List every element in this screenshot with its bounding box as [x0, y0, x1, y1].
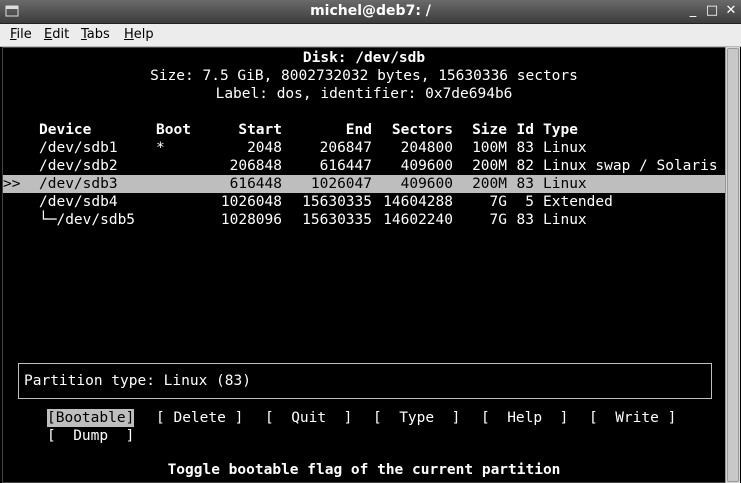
partition-end: 206847 [319, 140, 372, 156]
partition-device: /dev/sdb1 [39, 140, 118, 156]
partition-end: 1026047 [310, 176, 372, 192]
partition-size: 7G [489, 212, 507, 228]
delete-button[interactable]: [ Delete ] [156, 409, 243, 427]
write-button[interactable]: [ Write ] [589, 409, 676, 427]
partition-row[interactable]: /dev/sdb2 206848 616447 409600 200M 82 L… [3, 157, 725, 175]
menu-edit[interactable]: Edit [44, 24, 69, 46]
partition-info-box: Partition type: Linux (83) [18, 363, 712, 399]
menu-file-label: ile [16, 27, 32, 42]
scrollbar-thumb[interactable] [727, 48, 739, 482]
bootable-button[interactable]: [Bootable] [47, 409, 135, 427]
terminal-window: michel@deb7: / _ □ ✕ File Edit Tabs Help… [0, 0, 741, 483]
menu-edit-accel: E [44, 27, 53, 42]
partition-sectors: 14604288 [383, 194, 453, 210]
partition-id: 83 [516, 212, 534, 228]
col-device: Device [39, 122, 92, 138]
partition-row[interactable]: /dev/sdb4 1026048 15630335 14604288 7G 5… [3, 193, 725, 211]
close-button[interactable]: ✕ [723, 3, 739, 19]
partition-row[interactable]: /dev/sdb1 * 2048 206847 204800 100M 83 L… [3, 139, 725, 157]
partition-type: Linux [543, 212, 587, 228]
partition-type: Linux [543, 140, 587, 156]
partition-sectors: 14602240 [383, 212, 453, 228]
col-id: Id [516, 122, 534, 138]
help-hint-line: Toggle bootable flag of the current part… [167, 462, 561, 478]
minimize-button[interactable]: _ [685, 3, 701, 19]
partition-device: /dev/sdb4 [39, 194, 118, 210]
partition-id: 83 [516, 140, 534, 156]
partition-start: 206848 [229, 158, 282, 174]
partition-row[interactable]: └─/dev/sdb5 1028096 15630335 14602240 7G… [3, 211, 725, 229]
disk-label: Label: dos, identifier: 0x7de694b6 [215, 86, 513, 102]
partition-size: 7G [489, 194, 507, 210]
menu-file[interactable]: File [10, 24, 32, 46]
help-button[interactable]: [ Help ] [481, 409, 568, 427]
col-start: Start [238, 122, 282, 138]
partition-type: Linux swap / Solaris [543, 158, 718, 174]
partition-device: /dev/sdb2 [39, 158, 118, 174]
menu-bar: File Edit Tabs Help [0, 24, 741, 47]
partition-device: └─/dev/sdb5 [39, 212, 136, 228]
window-title: michel@deb7: / [310, 3, 431, 19]
partition-device: /dev/sdb3 [39, 176, 118, 192]
partition-id: 82 [516, 158, 534, 174]
menu-tabs-label: abs [86, 27, 110, 42]
maximize-button[interactable]: □ [704, 3, 720, 19]
partition-id: 5 [525, 194, 534, 210]
partition-start: 616448 [229, 176, 282, 192]
partition-type-info: Partition type: Linux (83) [24, 373, 251, 389]
title-bar[interactable]: michel@deb7: / _ □ ✕ [0, 0, 741, 24]
partition-row-selected[interactable]: >> /dev/sdb3 616448 1026047 409600 200M … [3, 175, 725, 193]
partition-start: 2048 [247, 140, 282, 156]
menu-help-label: elp [133, 27, 154, 42]
dump-button[interactable]: [ Dump ] [47, 427, 134, 445]
partition-id: 83 [516, 176, 534, 192]
partition-size: 200M [472, 176, 507, 192]
disk-size: Size: 7.5 GiB, 8002732032 bytes, 1563033… [150, 68, 578, 84]
selection-marker: >> [3, 176, 21, 192]
type-button[interactable]: [ Type ] [373, 409, 460, 427]
menu-edit-label: dit [52, 27, 70, 42]
partition-end: 15630335 [302, 194, 372, 210]
menu-help-accel: H [124, 27, 134, 42]
terminal-scrollbar[interactable] [725, 47, 740, 483]
menu-tabs[interactable]: Tabs [81, 24, 110, 46]
disk-title: Disk: /dev/sdb [302, 50, 426, 66]
col-boot: Boot [156, 122, 191, 138]
partition-size: 200M [472, 158, 507, 174]
terminal-area[interactable]: Disk: /dev/sdb Size: 7.5 GiB, 8002732032… [2, 47, 726, 483]
partition-type: Extended [543, 194, 613, 210]
partition-type: Linux [543, 176, 587, 192]
partition-sectors: 204800 [400, 140, 453, 156]
partition-start: 1026048 [220, 194, 282, 210]
partition-start: 1028096 [220, 212, 282, 228]
partition-sectors: 409600 [400, 158, 453, 174]
partition-size: 100M [472, 140, 507, 156]
partition-sectors: 409600 [400, 176, 453, 192]
partition-boot: * [156, 140, 165, 156]
col-type: Type [543, 122, 578, 138]
col-size: Size [472, 122, 507, 138]
menu-help[interactable]: Help [124, 24, 154, 46]
partition-end: 616447 [319, 158, 372, 174]
col-end: End [345, 122, 372, 138]
col-sectors: Sectors [391, 122, 453, 138]
quit-button[interactable]: [ Quit ] [265, 409, 352, 427]
table-header: Device Boot Start End Sectors Size Id Ty… [3, 121, 725, 139]
partition-end: 15630335 [302, 212, 372, 228]
